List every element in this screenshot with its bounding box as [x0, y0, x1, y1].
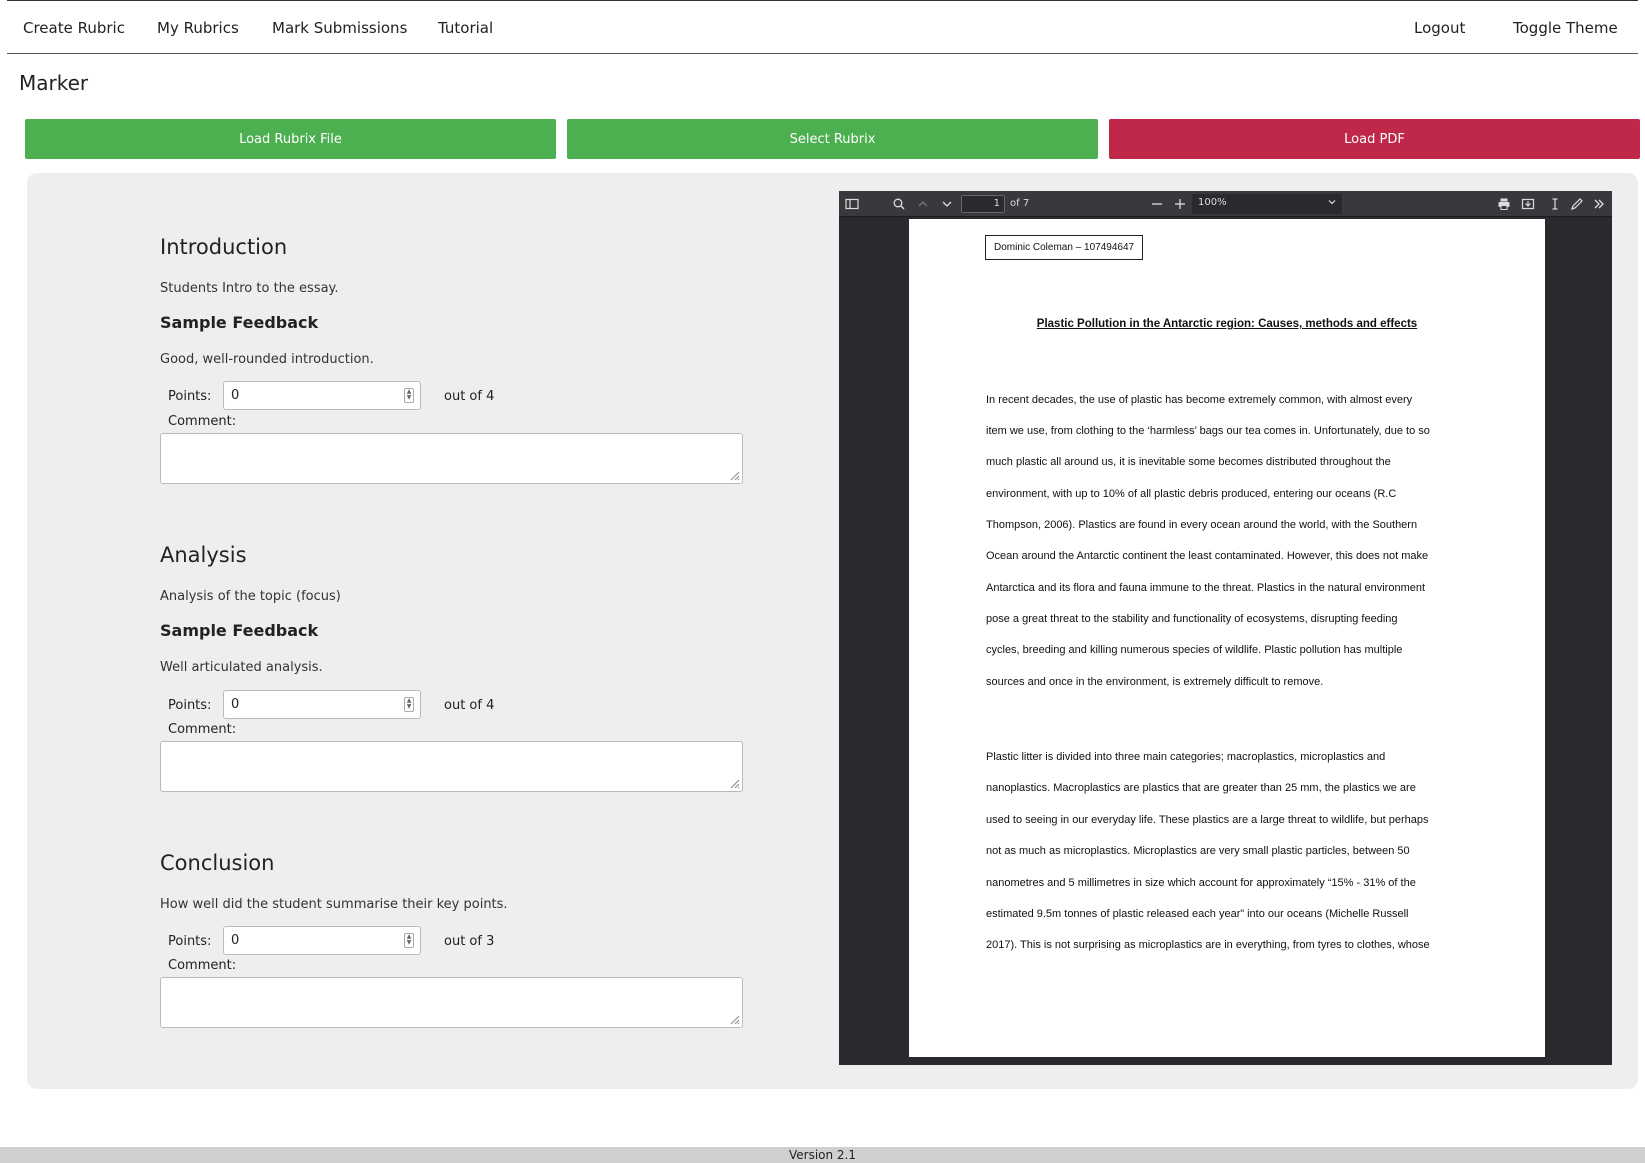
comment-textarea[interactable] [160, 433, 743, 484]
points-label: Points: [168, 934, 212, 949]
out-of-label: out of 4 [444, 389, 495, 404]
text-cursor-icon[interactable] [1547, 196, 1563, 212]
paragraph-line: sources and once in the environment, is … [986, 676, 1324, 688]
page-title: Marker [19, 71, 89, 95]
criterion-title: Analysis [160, 543, 247, 567]
zoom-value: 100% [1198, 197, 1227, 208]
points-value: 0 [231, 933, 240, 948]
criterion-title: Conclusion [160, 851, 275, 875]
next-page-icon[interactable] [939, 196, 955, 212]
search-icon[interactable] [891, 196, 907, 212]
points-label: Points: [168, 698, 212, 713]
document-title: Plastic Pollution in the Antarctic regio… [1036, 318, 1418, 330]
pdf-toolbar: 1 of 7 100% [839, 191, 1612, 217]
points-input[interactable]: 0 ▲ ▼ [223, 690, 421, 719]
comment-label: Comment: [168, 958, 237, 973]
criterion-title: Introduction [160, 235, 288, 259]
load-rubrix-file-button[interactable]: Load Rubrix File [25, 119, 556, 159]
comment-label: Comment: [168, 414, 237, 429]
nav-my-rubrics[interactable]: My Rubrics [157, 19, 239, 37]
more-tools-icon[interactable] [1591, 196, 1607, 212]
paragraph-line: not as much as microplastics. Microplast… [986, 845, 1410, 857]
chevron-down-icon [1328, 200, 1336, 205]
top-navbar: Create Rubric My Rubrics Mark Submission… [7, 0, 1638, 54]
select-rubrix-button[interactable]: Select Rubrix [567, 119, 1098, 159]
paragraph-line: nanoplastics. Macroplastics are plastics… [986, 782, 1416, 794]
print-icon[interactable] [1496, 196, 1512, 212]
paragraph-line: nanometres and 5 millimetres in size whi… [986, 877, 1416, 889]
criterion-description: How well did the student summarise their… [160, 897, 508, 912]
paragraph-line: estimated 9.5m tonnes of plastic release… [986, 908, 1409, 920]
sample-feedback-heading: Sample Feedback [160, 621, 319, 640]
points-value: 0 [231, 388, 240, 403]
criterion-description: Students Intro to the essay. [160, 281, 339, 296]
sample-feedback-text: Good, well-rounded introduction. [160, 352, 374, 367]
paragraph-line: 2017). This is not surprising as micropl… [986, 939, 1430, 951]
spinner-icon[interactable]: ▲ ▼ [404, 933, 414, 948]
footer-version: Version 2.1 [0, 1147, 1645, 1163]
paragraph-line: Ocean around the Antarctic continent the… [986, 550, 1429, 562]
pdf-viewer: 1 of 7 100% Dominic Coleman – 107494647 … [839, 191, 1612, 1065]
points-input[interactable]: 0 ▲ ▼ [223, 381, 421, 410]
sample-feedback-heading: Sample Feedback [160, 313, 319, 332]
paragraph-line: used to seeing in our everyday life. The… [986, 814, 1429, 826]
sample-feedback-text: Well articulated analysis. [160, 660, 323, 675]
page-count: of 7 [1010, 198, 1030, 209]
points-input[interactable]: 0 ▲ ▼ [223, 926, 421, 955]
comment-textarea[interactable] [160, 741, 743, 792]
author-box: Dominic Coleman – 107494647 [985, 235, 1144, 260]
comment-textarea[interactable] [160, 977, 743, 1028]
sidebar-toggle-icon[interactable] [844, 196, 860, 212]
paragraph-line: In recent decades, the use of plastic ha… [986, 394, 1413, 406]
draw-pencil-icon[interactable] [1569, 196, 1585, 212]
out-of-label: out of 4 [444, 698, 495, 713]
zoom-out-icon[interactable] [1149, 196, 1165, 212]
nav-create-rubric[interactable]: Create Rubric [23, 19, 125, 37]
nav-logout[interactable]: Logout [1414, 19, 1465, 37]
resize-grip-icon[interactable] [728, 777, 740, 789]
spinner-icon[interactable]: ▲ ▼ [404, 388, 414, 403]
page-number-input[interactable]: 1 [961, 195, 1005, 213]
paragraph-line: much plastic all around us, it is inevit… [986, 456, 1391, 468]
resize-grip-icon[interactable] [728, 1013, 740, 1025]
resize-grip-icon[interactable] [728, 469, 740, 481]
nav-mark-submissions[interactable]: Mark Submissions [272, 19, 407, 37]
paragraph-line: Plastic litter is divided into three mai… [986, 751, 1386, 763]
out-of-label: out of 3 [444, 934, 495, 949]
paragraph-line: item we use, from clothing to the ‘harml… [986, 425, 1430, 437]
paragraph-line: environment, with up to 10% of all plast… [986, 488, 1397, 500]
criterion-description: Analysis of the topic (focus) [160, 589, 341, 604]
points-label: Points: [168, 389, 212, 404]
save-icon[interactable] [1520, 196, 1536, 212]
zoom-select[interactable]: 100% [1192, 194, 1342, 214]
comment-label: Comment: [168, 722, 237, 737]
paragraph-line: cycles, breeding and killing numerous sp… [986, 644, 1403, 656]
zoom-in-icon[interactable] [1172, 196, 1188, 212]
paragraph-line: pose a great threat to the stability and… [986, 613, 1398, 625]
paragraph-line: Thompson, 2006). Plastics are found in e… [986, 519, 1418, 531]
spinner-icon[interactable]: ▲ ▼ [404, 697, 414, 712]
nav-tutorial[interactable]: Tutorial [438, 19, 493, 37]
nav-toggle-theme[interactable]: Toggle Theme [1513, 19, 1618, 37]
paragraph-line: Antarctica and its flora and fauna immun… [986, 582, 1426, 594]
previous-page-icon[interactable] [915, 196, 931, 212]
points-value: 0 [231, 697, 240, 712]
pdf-page: Dominic Coleman – 107494647 Plastic Poll… [909, 219, 1545, 1057]
load-pdf-button[interactable]: Load PDF [1109, 119, 1640, 159]
